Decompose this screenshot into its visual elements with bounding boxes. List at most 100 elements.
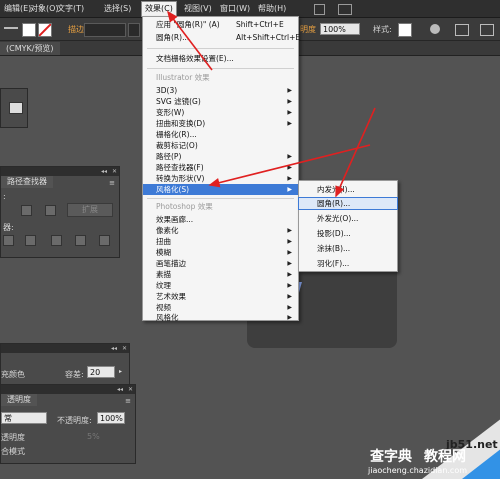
stroke-swatch[interactable] [38, 23, 52, 37]
shape-modes-label: : [3, 192, 6, 201]
close-icon[interactable]: ✕ [122, 345, 127, 352]
outline-icon[interactable] [99, 235, 110, 246]
effect-warp[interactable]: 变形(W) ▶ [143, 107, 298, 118]
pathfinders-label: 器: [3, 223, 14, 232]
effect-rasterize[interactable]: 栅格化(R)... [143, 129, 298, 140]
effect-svg-filters[interactable]: SVG 滤镜(G) ▶ [143, 96, 298, 107]
menu-separator [147, 68, 294, 69]
menu-window[interactable]: 窗口(W) [220, 3, 250, 14]
panel-header: ◂◂ ✕ [1, 167, 119, 176]
close-icon[interactable]: ✕ [112, 168, 117, 175]
stroke-label[interactable]: 描边 [68, 24, 84, 35]
divide-icon[interactable] [3, 235, 14, 246]
transform-icon[interactable] [480, 24, 494, 36]
menu-view[interactable]: 视图(V) [184, 3, 212, 14]
round-corners-item[interactable]: 圆角(R)... [298, 197, 398, 210]
effect-menu: 应用 "圆角(R)" (A) Shift+Ctrl+E 圆角(R)... Alt… [142, 16, 300, 322]
crop-icon[interactable] [75, 235, 86, 246]
style-label: 样式: [373, 25, 392, 34]
knockout-label: 透明度 [1, 433, 25, 442]
collapse-icon[interactable]: ◂◂ [111, 345, 117, 352]
menu-grip-icon [4, 27, 18, 29]
opacity-field[interactable]: 100% [320, 23, 360, 35]
effect-distort-transform[interactable]: 扭曲和变换(D) ▶ [143, 118, 298, 129]
menu-effect[interactable]: 效果(C) [141, 1, 177, 17]
ps-sketch[interactable]: 素描 ▶ [143, 269, 298, 280]
panel-menu-icon[interactable]: ≡ [125, 397, 131, 405]
bridge-icon[interactable] [314, 4, 325, 15]
opacity-field[interactable]: 100% [97, 412, 125, 424]
knockout-value: 5% [87, 432, 100, 441]
align-icon[interactable] [455, 24, 469, 36]
stroke-weight-field[interactable] [84, 23, 126, 37]
fill-color-label: 充颜色 [1, 370, 25, 379]
ps-distort[interactable]: 扭曲 ▶ [143, 236, 298, 247]
stepper-arrow-icon[interactable]: ▸ [119, 368, 122, 375]
inner-glow-item[interactable]: 内发光(I)... [299, 184, 397, 195]
pathfinder-tab[interactable]: 路径查找器 [1, 176, 53, 188]
ps-brush-strokes[interactable]: 画笔描边 ▶ [143, 258, 298, 269]
live-paint-panel: ◂◂ ✕ 充颜色 容差: 20 ▸ [0, 343, 130, 385]
tolerance-field[interactable]: 20 [87, 366, 115, 378]
effect-stylize[interactable]: 风格化(S) ▶ [143, 184, 298, 195]
trim-icon[interactable] [25, 235, 36, 246]
blend-mode-select[interactable]: 常 [1, 412, 47, 424]
panel-header: ◂◂ ✕ [1, 344, 129, 353]
effect-crop-marks[interactable]: 裁剪标记(O) [143, 140, 298, 151]
arrange-documents-icon[interactable] [338, 4, 352, 15]
effect-pathfinder[interactable]: 路径查找器(F) ▶ [143, 162, 298, 173]
screen-mode-icon[interactable] [9, 102, 23, 114]
effect-path[interactable]: 路径(P) ▶ [143, 151, 298, 162]
stroke-dropdown[interactable] [128, 23, 140, 37]
opacity-label: 不透明度: [57, 416, 92, 425]
close-icon[interactable]: ✕ [128, 386, 133, 393]
blend-mode-label: 合模式 [1, 447, 25, 456]
drop-shadow-item[interactable]: 投影(D)... [299, 228, 397, 239]
transparency-tab[interactable]: 透明度 [1, 394, 37, 406]
transparency-panel: ◂◂ ✕ 透明度 ≡ 常 不透明度: 100% 透明度 5% 合模式 [0, 384, 136, 464]
ps-stylize[interactable]: 风格化 ▶ [143, 313, 298, 322]
tolerance-label: 容差: [65, 370, 84, 379]
watermark-text2: 教程网 [424, 449, 466, 465]
recolor-artwork-icon[interactable] [430, 24, 440, 34]
unite-icon[interactable] [21, 205, 32, 216]
watermark-text1: 查字典 [370, 449, 412, 465]
opacity-label[interactable]: 明度 [300, 24, 316, 35]
tools-panel-fragment [0, 88, 28, 128]
fill-swatch[interactable] [22, 23, 36, 37]
menu-object[interactable]: 对象(O) [30, 3, 59, 14]
document-tab[interactable]: (CMYK/预览) [0, 42, 60, 55]
menu-select[interactable]: 选择(S) [104, 3, 131, 14]
ps-texture[interactable]: 纹理 ▶ [143, 280, 298, 291]
collapse-icon[interactable]: ◂◂ [101, 168, 107, 175]
scribble-item[interactable]: 涂抹(B)... [299, 243, 397, 254]
feather-item[interactable]: 羽化(F)... [299, 258, 397, 269]
watermark-url: jiaocheng.chazidian.com [368, 466, 468, 475]
menu-separator [147, 198, 294, 199]
menu-help[interactable]: 帮助(H) [258, 3, 286, 14]
watermark: jb51.net 查字典 教程网 jiaocheng.chazidian.com [362, 410, 500, 479]
menu-separator [147, 48, 294, 49]
photoshop-effects-header: Photoshop 效果 [156, 202, 213, 211]
graphic-style-swatch[interactable] [398, 23, 412, 37]
ps-effect-gallery[interactable]: 效果画廊... [143, 214, 298, 225]
stylize-submenu: 内发光(I)... 圆角(R)... 外发光(O)... 投影(D)... 涂抹… [298, 180, 398, 272]
panel-menu-icon[interactable]: ≡ [109, 179, 115, 187]
effect-3d[interactable]: 3D(3) ▶ [143, 85, 298, 96]
last-effect[interactable]: 圆角(R)... Alt+Shift+Ctrl+E [143, 32, 300, 43]
expand-button[interactable]: 扩展 [67, 203, 113, 217]
ps-pixelate[interactable]: 像素化 ▶ [143, 225, 298, 236]
minus-front-icon[interactable] [45, 205, 56, 216]
ps-artistic[interactable]: 艺术效果 ▶ [143, 291, 298, 302]
menu-edit[interactable]: 编辑(E) [4, 3, 31, 14]
effect-convert-to-shape[interactable]: 转换为形状(V) ▶ [143, 173, 298, 184]
ps-video[interactable]: 视频 ▶ [143, 302, 298, 313]
illustrator-effects-header: Illustrator 效果 [156, 73, 210, 82]
merge-icon[interactable] [51, 235, 62, 246]
menu-type[interactable]: 文字(T) [57, 3, 84, 14]
ps-blur[interactable]: 模糊 ▶ [143, 247, 298, 258]
outer-glow-item[interactable]: 外发光(O)... [299, 213, 397, 224]
document-raster-settings[interactable]: 文档栅格效果设置(E)... [143, 53, 298, 64]
apply-last-effect[interactable]: 应用 "圆角(R)" (A) Shift+Ctrl+E [143, 19, 298, 30]
collapse-icon[interactable]: ◂◂ [117, 386, 123, 393]
